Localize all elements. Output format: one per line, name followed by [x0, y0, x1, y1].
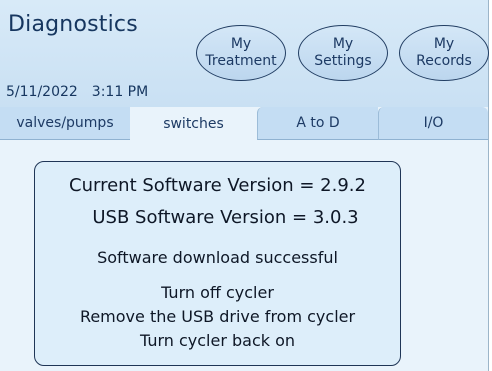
tab-bar: valves/pumps switches A to D I/O [0, 107, 488, 140]
my-treatment-button[interactable]: My Treatment [196, 25, 286, 81]
current-software-version: Current Software Version = 2.9.2 [69, 175, 366, 196]
page-title: Diagnostics [8, 12, 138, 37]
tab-switches[interactable]: switches [130, 107, 257, 140]
my-treatment-line1: My [230, 36, 252, 52]
my-settings-button[interactable]: My Settings [298, 25, 388, 81]
instruction-line: Turn off cycler [161, 283, 274, 302]
instruction-line: Turn cycler back on [139, 331, 296, 350]
my-records-line2: Records [416, 53, 472, 69]
date-time-display: 5/11/2022 3:11 PM [6, 84, 148, 100]
my-records-button[interactable]: My Records [399, 25, 489, 81]
tab-io[interactable]: I/O [378, 107, 488, 140]
my-settings-line1: My [332, 36, 354, 52]
my-records-line1: My [433, 36, 455, 52]
time-label: 3:11 PM [91, 84, 149, 100]
software-update-dialog: Current Software Version = 2.9.2 USB Sof… [34, 161, 401, 366]
tab-valves-pumps[interactable]: valves/pumps [0, 107, 130, 140]
usb-software-version: USB Software Version = 3.0.3 [92, 207, 359, 228]
tab-a-to-d[interactable]: A to D [257, 107, 378, 140]
my-treatment-line2: Treatment [205, 53, 277, 69]
header-bar: Diagnostics 5/11/2022 3:11 PM My Treatmen… [0, 0, 489, 107]
diagnostics-screen: Diagnostics 5/11/2022 3:11 PM My Treatmen… [0, 0, 489, 371]
my-settings-line2: Settings [314, 53, 372, 69]
download-status-message: Software download successful [97, 248, 338, 267]
instruction-line: Remove the USB drive from cycler [79, 307, 356, 326]
date-label: 5/11/2022 [6, 84, 78, 100]
